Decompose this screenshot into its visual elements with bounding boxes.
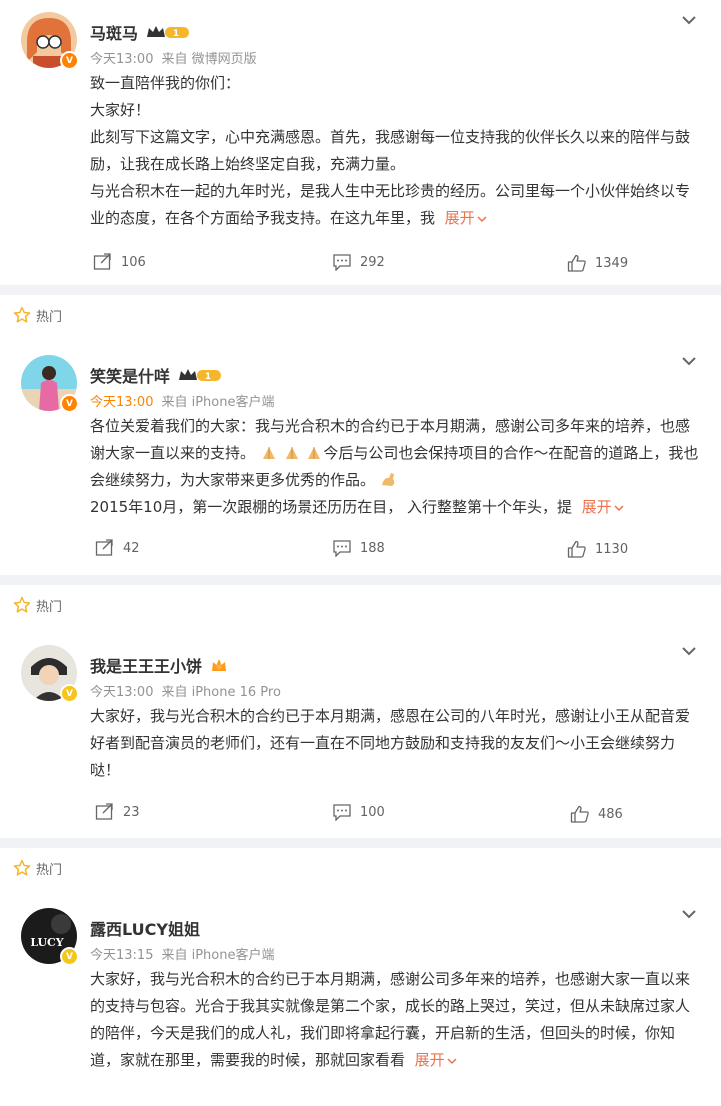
post-meta: 今天13:00 来自 iPhone 16 Pro (90, 681, 701, 701)
post-time[interactable]: 今天13:00 (90, 685, 153, 700)
like-count: 486 (598, 806, 623, 822)
avatar-text: LUCY (30, 936, 63, 949)
post-content: 大家好，我与光合积木的合约已于本月期满，感谢公司多年来的培养，也感谢大家一直以来… (90, 966, 701, 1074)
expand-link[interactable]: 展开 (435, 209, 487, 227)
post-source: 来自 微博网页版 (161, 52, 257, 67)
post-card: 热门 V 我是王王王小饼 今天13:00 来自 iPhone 16 Pro 大家… (0, 585, 721, 838)
post-paragraph: 大家好，我与光合积木的合约已于本月期满，感谢公司多年来的培养，也感谢大家一直以来… (90, 970, 691, 1069)
avatar[interactable]: LUCY V (21, 908, 79, 966)
verified-badge-icon: V (60, 947, 79, 966)
post-content: 致一直陪伴我的你们： 大家好！ 此刻写下这篇文字，心中充满感恩。首先，我感谢每一… (90, 70, 701, 232)
crown-level-icon: 1 (178, 367, 222, 383)
praying-hands-icon (308, 447, 321, 459)
chevron-down-icon (614, 504, 624, 511)
post-time[interactable]: 今天13:15 (90, 948, 153, 963)
expand-link[interactable]: 展开 (405, 1051, 457, 1069)
repost-count: 42 (123, 540, 140, 556)
comment-button[interactable]: 100 (332, 803, 385, 821)
repost-icon (95, 803, 113, 820)
like-count: 1130 (595, 541, 629, 557)
repost-count: 23 (123, 804, 140, 820)
post-paragraph: 与光合积木在一起的九年时光，是我人生中无比珍贵的经历。公司里每一个小伙伴始终以专… (90, 182, 691, 227)
post-meta: 今天13:15 来自 iPhone客户端 (90, 944, 701, 964)
post-source: 来自 iPhone客户端 (161, 395, 275, 410)
like-button[interactable]: 486 (570, 805, 623, 823)
post-paragraph: 大家好！ (90, 101, 151, 119)
post-time[interactable]: 今天13:00 (90, 395, 153, 410)
post-meta: 今天13:00 来自 微博网页版 (90, 48, 701, 68)
user-name[interactable]: 笑笑是什咩 (90, 363, 170, 387)
repost-icon (93, 253, 111, 270)
repost-button[interactable]: 23 (95, 803, 140, 821)
comment-count: 100 (360, 804, 385, 820)
hot-tag: 热门 (0, 848, 721, 888)
post-card: V 马斑马 1 今天13:00 来自 微博网页版 致一直陪伴我的你们： 大家好！ (0, 0, 721, 285)
hot-label: 热门 (36, 862, 63, 878)
like-button[interactable]: 1130 (567, 540, 628, 558)
star-icon (13, 306, 31, 323)
post-time[interactable]: 今天13:00 (90, 52, 153, 67)
post-meta: 今天13:00 来自 iPhone客户端 (90, 391, 701, 411)
vip-badge-icon (210, 657, 228, 673)
expand-link[interactable]: 展开 (572, 498, 624, 516)
post-paragraph: 2015年10月，第一次跟棚的场景还历历在目， 入行整整第十个年头，提 展开 (90, 494, 701, 521)
comment-icon (333, 540, 351, 557)
avatar[interactable]: V (21, 12, 79, 70)
comment-count: 292 (360, 254, 385, 270)
verified-badge-icon: V (60, 394, 79, 413)
like-count: 1349 (595, 255, 629, 271)
user-name[interactable]: 我是王王王小饼 (90, 653, 202, 677)
avatar[interactable]: V (21, 355, 79, 413)
repost-icon (95, 539, 113, 556)
avatar[interactable]: V (21, 645, 79, 703)
user-name[interactable]: 马斑马 (90, 20, 138, 44)
comment-count: 188 (360, 540, 385, 556)
post-paragraph: 致一直陪伴我的你们： (90, 74, 241, 92)
verified-badge-icon: V (60, 684, 79, 703)
verified-badge-icon: V (60, 51, 79, 70)
post-source: 来自 iPhone 16 Pro (161, 685, 281, 700)
repost-button[interactable]: 42 (95, 539, 140, 557)
praying-hands-icon (285, 447, 298, 459)
weibo-feed: V 马斑马 1 今天13:00 来自 微博网页版 致一直陪伴我的你们： 大家好！ (0, 0, 721, 1106)
star-icon (13, 596, 31, 613)
post-paragraph: 大家好，我与光合积木的合约已于本月期满，感恩在公司的八年时光，感谢让小王从配音爱… (90, 707, 691, 779)
chevron-down-icon (477, 215, 487, 222)
hot-tag: 热门 (0, 585, 721, 625)
hot-tag: 热门 (0, 295, 721, 335)
like-button[interactable]: 1349 (567, 254, 628, 272)
chevron-down-icon (447, 1057, 457, 1064)
hot-label: 热门 (36, 599, 63, 615)
post-source: 来自 iPhone客户端 (161, 948, 275, 963)
like-icon (570, 805, 589, 823)
post-card: 热门 V 笑笑是什咩 1 今天13:00 来自 iPhone客户端 各位关爱着我… (0, 295, 721, 575)
comment-icon (333, 254, 351, 271)
comment-icon (333, 804, 351, 821)
post-paragraph: 此刻写下这篇文字，心中充满感恩。首先，我感谢每一位支持我的伙伴长久以来的陪伴与鼓… (90, 128, 691, 173)
repost-button[interactable]: 106 (93, 253, 146, 271)
comment-button[interactable]: 292 (332, 253, 385, 271)
level-number: 1 (173, 29, 179, 39)
star-icon (13, 859, 31, 876)
praying-hands-icon (262, 447, 275, 459)
like-icon (567, 540, 586, 558)
crown-level-icon: 1 (146, 24, 190, 40)
post-card: 热门 LUCY V 露西LUCY姐姐 今天13:15 来自 iPhone客户端 (0, 848, 721, 1106)
hot-label: 热门 (36, 309, 63, 325)
flexed-biceps-icon (381, 473, 395, 486)
like-icon (567, 254, 586, 272)
repost-count: 106 (121, 254, 146, 270)
level-number: 1 (205, 372, 211, 382)
post-content: 各位关爱着我们的大家：我与光合积木的合约已于本月期满，感谢公司多年来的培养，也感… (90, 413, 701, 521)
post-content: 大家好，我与光合积木的合约已于本月期满，感恩在公司的八年时光，感谢让小王从配音爱… (90, 703, 701, 784)
comment-button[interactable]: 188 (332, 539, 385, 557)
user-name[interactable]: 露西LUCY姐姐 (90, 916, 200, 940)
post-paragraph: 各位关爱着我们的大家：我与光合积木的合约已于本月期满，感谢公司多年来的培养，也感… (90, 417, 699, 489)
